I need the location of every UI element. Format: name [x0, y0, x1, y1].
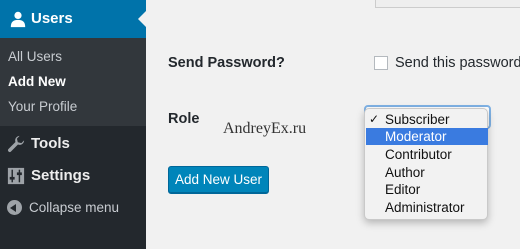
role-option-editor[interactable]: Editor [366, 181, 488, 198]
role-option-contributor[interactable]: Contributor [366, 146, 488, 163]
current-menu-arrow [138, 11, 146, 27]
role-option-administrator[interactable]: Administrator [366, 199, 488, 216]
role-option-label: Contributor [385, 147, 452, 162]
wrench-icon [7, 135, 25, 153]
users-submenu: All Users Add New Your Profile [0, 38, 146, 126]
send-password-checkbox[interactable] [374, 56, 388, 70]
send-password-checkbox-text[interactable]: Send this password t [395, 55, 520, 71]
checkmark-icon: ✓ [369, 112, 380, 126]
role-option-moderator[interactable]: Moderator [366, 128, 488, 145]
role-option-label: Administrator [385, 200, 465, 215]
admin-sidebar: Users All Users Add New Your Profile Too… [0, 0, 146, 249]
collapse-arrow-icon [7, 200, 22, 215]
add-new-user-button[interactable]: Add New User [168, 166, 269, 194]
role-option-subscriber[interactable]: ✓ Subscriber [366, 111, 488, 128]
role-option-label: Author [385, 165, 425, 180]
role-option-label: Editor [385, 182, 421, 197]
menu-label-users: Users [31, 10, 73, 27]
role-option-label: Moderator [385, 129, 447, 144]
menu-item-users[interactable]: Users [0, 0, 146, 38]
submenu-add-new[interactable]: Add New [8, 74, 66, 89]
password-strength-indicator [375, 0, 520, 8]
role-option-author[interactable]: Author [366, 164, 488, 181]
watermark-text: AndreyEx.ru [223, 120, 307, 137]
role-dropdown-list: ✓ Subscriber Moderator Contributor Autho… [364, 108, 488, 220]
collapse-menu-label: Collapse menu [29, 200, 120, 215]
menu-label-settings: Settings [31, 167, 91, 184]
role-label: Role [168, 111, 200, 127]
user-icon [10, 11, 26, 28]
sliders-icon [7, 167, 25, 185]
role-option-label: Subscriber [385, 112, 450, 127]
menu-label-tools: Tools [31, 135, 70, 152]
submenu-all-users[interactable]: All Users [8, 49, 62, 64]
submenu-your-profile[interactable]: Your Profile [8, 99, 77, 114]
send-password-label: Send Password? [168, 55, 285, 71]
